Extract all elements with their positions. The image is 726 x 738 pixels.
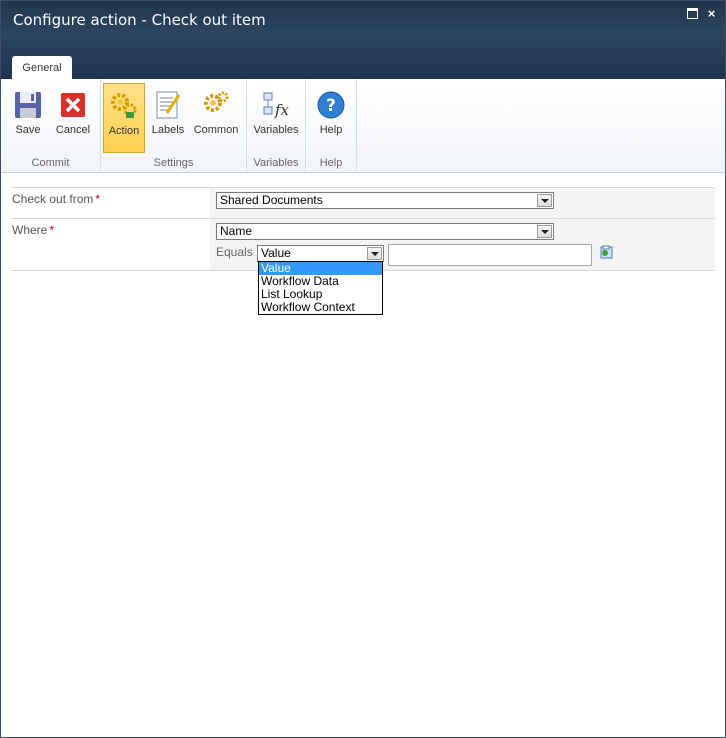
- where-value-input[interactable]: [388, 244, 592, 266]
- checkout-from-label: Check out from *: [11, 188, 210, 218]
- group-label-settings: Settings: [153, 157, 194, 169]
- where-field-select[interactable]: Name: [216, 223, 554, 240]
- value-source-select-value: Value: [261, 246, 291, 260]
- tab-general[interactable]: General: [12, 56, 72, 79]
- variables-label: Variables: [253, 124, 299, 136]
- group-label-commit: Commit: [31, 157, 70, 169]
- ribbon-group-help: ? Help Help: [306, 79, 357, 172]
- action-label: Action: [108, 125, 140, 137]
- variables-button[interactable]: fx Variables: [250, 83, 302, 151]
- labels-icon: [156, 91, 181, 119]
- common-button[interactable]: Common: [191, 83, 241, 151]
- ribbon-group-settings: Action Labels Common Settings: [101, 79, 247, 172]
- value-source-dropdown-list[interactable]: Value Workflow Data List Lookup Workflow…: [258, 261, 383, 315]
- action-gear-icon: [111, 93, 137, 118]
- common-gear-icon: [204, 91, 229, 112]
- cancel-label: Cancel: [55, 124, 91, 136]
- help-button[interactable]: ? Help: [310, 83, 352, 151]
- save-button[interactable]: Save: [7, 83, 49, 151]
- action-button[interactable]: Action: [103, 83, 145, 153]
- equals-label: Equals: [216, 245, 253, 259]
- save-label: Save: [15, 124, 41, 136]
- labels-button[interactable]: Labels: [148, 83, 188, 151]
- chevron-down-icon[interactable]: [537, 225, 552, 238]
- dropdown-option-workflow-context[interactable]: Workflow Context: [259, 301, 382, 314]
- checkout-from-select[interactable]: Shared Documents: [216, 192, 554, 209]
- checkout-from-row: Check out from * Shared Documents: [11, 187, 715, 218]
- where-label: Where *: [11, 219, 210, 271]
- required-marker: *: [95, 192, 101, 206]
- dialog-title: Configure action - Check out item: [13, 11, 266, 29]
- checkout-from-select-value: Shared Documents: [220, 193, 323, 207]
- checkout-from-label-text: Check out from: [12, 192, 94, 206]
- where-label-text: Where: [12, 223, 48, 237]
- variables-fx-icon: fx: [263, 92, 290, 119]
- maximize-icon[interactable]: [687, 8, 698, 19]
- cancel-icon: [61, 93, 85, 117]
- svg-text:fx: fx: [274, 101, 290, 119]
- labels-label: Labels: [151, 124, 185, 136]
- ribbon-group-variables: fx Variables Variables: [247, 79, 306, 172]
- help-icon: ?: [317, 91, 345, 119]
- group-label-help: Help: [319, 157, 343, 169]
- help-label: Help: [319, 124, 343, 136]
- configure-action-dialog: Configure action - Check out item × Gene…: [0, 0, 726, 738]
- cancel-button[interactable]: Cancel: [52, 83, 94, 151]
- close-icon[interactable]: ×: [706, 7, 717, 20]
- value-source-select[interactable]: Value: [257, 245, 384, 262]
- title-bar: Configure action - Check out item × Gene…: [1, 1, 725, 79]
- where-field-select-value: Name: [220, 224, 253, 238]
- required-marker: *: [49, 223, 55, 237]
- common-label: Common: [193, 124, 239, 136]
- chevron-down-icon[interactable]: [537, 194, 552, 207]
- checkout-from-field-area: Shared Documents: [210, 188, 715, 218]
- save-icon: [15, 92, 41, 118]
- group-label-variables: Variables: [253, 157, 299, 169]
- chevron-down-icon[interactable]: [367, 247, 382, 260]
- address-book-icon[interactable]: [599, 245, 615, 259]
- svg-text:?: ?: [326, 96, 336, 116]
- ribbon-group-commit: Save Cancel Commit: [1, 79, 101, 172]
- ribbon: Save Cancel Commit Action Labels Common …: [1, 79, 725, 173]
